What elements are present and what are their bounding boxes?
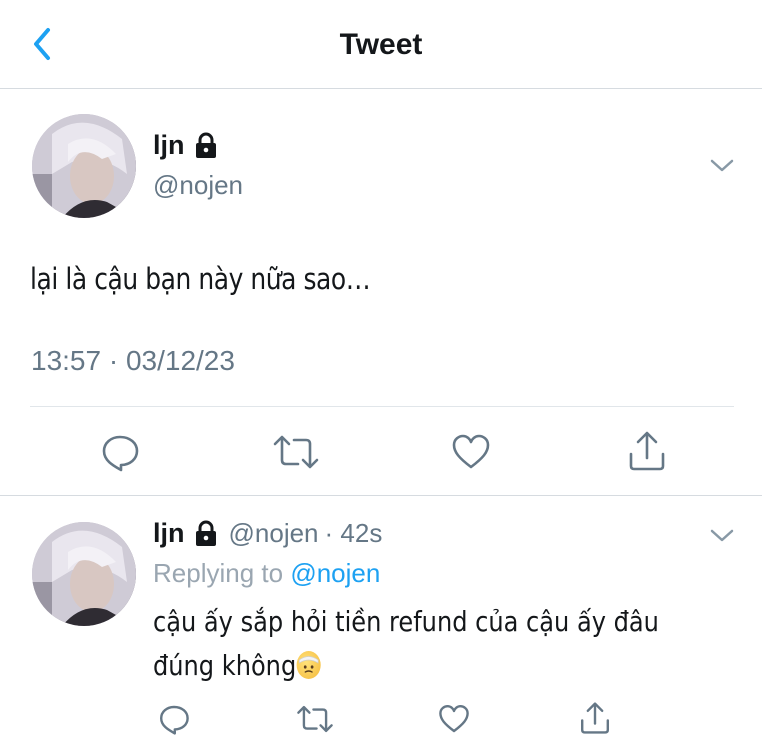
reply-author-row: ljn @nojen · 42s <box>153 518 382 549</box>
heart-icon <box>452 434 490 469</box>
reply-handle[interactable]: @nojen <box>229 518 319 549</box>
retweet-icon <box>297 705 333 733</box>
share-icon <box>581 702 609 734</box>
share-button[interactable] <box>579 701 611 735</box>
reply-text: cậu ấy sắp hỏi tiền refund của cậu ấy đâ… <box>153 605 659 682</box>
retweet-icon <box>273 435 319 469</box>
reply-display-name[interactable]: ljn <box>153 518 185 549</box>
reply-avatar[interactable] <box>32 522 136 626</box>
tweet-text: lại là cậu bạn này nữa sao… <box>30 262 371 296</box>
avatar[interactable] <box>32 114 136 218</box>
reply-button[interactable] <box>158 703 190 735</box>
section-divider <box>0 495 762 496</box>
face-with-head-bandage-icon <box>296 651 321 679</box>
lock-icon <box>195 132 216 158</box>
tweet-timestamp[interactable]: 13:57 · 03/12/23 <box>31 345 235 377</box>
top-bar: Tweet <box>0 0 762 89</box>
heart-icon <box>439 705 469 733</box>
retweet-button[interactable] <box>296 703 334 735</box>
author-name-row: ljn <box>153 130 219 161</box>
divider <box>30 406 734 407</box>
reply-text-block: cậu ấy sắp hỏi tiền refund của cậu ấy đâ… <box>153 600 712 688</box>
back-button[interactable] <box>28 24 58 64</box>
display-name[interactable]: ljn <box>153 130 185 161</box>
chevron-left-icon <box>34 28 50 60</box>
replying-to-line: Replying to @nojen <box>153 558 380 589</box>
share-icon <box>629 431 665 471</box>
profile-photo <box>32 522 136 626</box>
page-title: Tweet <box>339 28 423 61</box>
reply-icon <box>102 435 139 472</box>
replying-to-label: Replying to <box>153 558 284 588</box>
like-button[interactable] <box>438 703 470 735</box>
replying-to-link[interactable]: @nojen <box>290 558 380 588</box>
like-button[interactable] <box>451 432 491 472</box>
lock-icon <box>195 520 216 546</box>
author-handle[interactable]: @nojen <box>153 170 243 201</box>
reply-button[interactable] <box>100 432 140 472</box>
profile-photo <box>32 114 136 218</box>
chevron-down-icon[interactable] <box>709 157 735 175</box>
share-button[interactable] <box>627 430 667 472</box>
reply-time: · 42s <box>324 518 383 548</box>
reply-icon <box>160 705 189 735</box>
retweet-button[interactable] <box>272 432 320 472</box>
chevron-down-icon[interactable] <box>709 527 735 545</box>
